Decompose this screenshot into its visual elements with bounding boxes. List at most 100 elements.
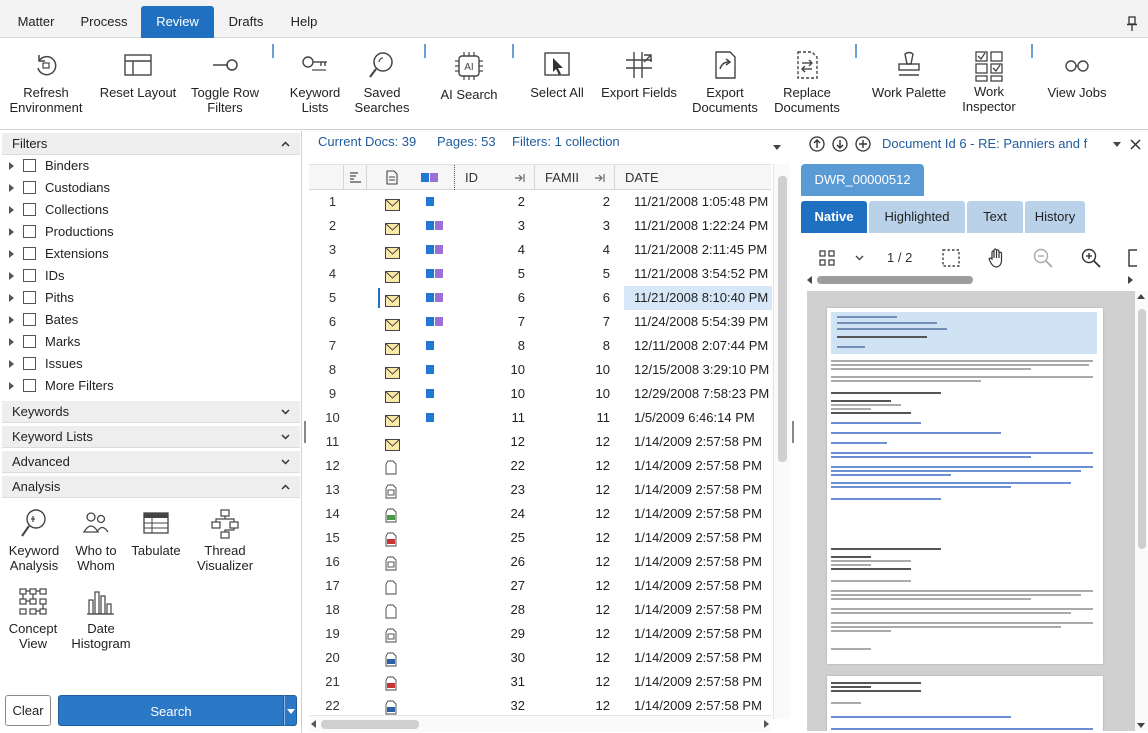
table-row[interactable]: 3 4 4 11/21/2008 2:11:45 PM	[309, 238, 771, 262]
filter-checkbox[interactable]	[23, 357, 36, 370]
filter-checkbox[interactable]	[23, 159, 36, 172]
pin-column-icon[interactable]	[515, 174, 526, 182]
view-jobs-button[interactable]: View Jobs	[1040, 46, 1114, 126]
table-row[interactable]: 8 10 10 12/15/2008 3:29:10 PM	[309, 358, 771, 382]
table-row[interactable]: 18 28 12 1/14/2009 2:57:58 PM	[309, 598, 771, 622]
table-row[interactable]: 10 11 11 1/5/2009 6:46:14 PM	[309, 406, 771, 430]
table-row[interactable]: 11 12 12 1/14/2009 2:57:58 PM	[309, 430, 771, 454]
fit-width-icon[interactable]	[1127, 249, 1137, 267]
search-button[interactable]: Search	[58, 695, 284, 726]
previous-document-icon[interactable]	[809, 136, 825, 152]
expand-arrow-icon[interactable]	[9, 228, 14, 236]
menu-process[interactable]: Process	[72, 6, 136, 38]
color-tags-column-header[interactable]	[417, 165, 449, 190]
marquee-select-icon[interactable]	[942, 249, 960, 267]
family-column-header[interactable]: FAMII	[535, 165, 615, 190]
scroll-right-icon[interactable]	[1128, 276, 1133, 284]
left-splitter[interactable]	[302, 131, 308, 733]
right-splitter[interactable]	[790, 131, 796, 733]
filter-checkbox[interactable]	[23, 269, 36, 282]
expand-arrow-icon[interactable]	[9, 184, 14, 192]
keywords-section-header[interactable]: Keywords	[2, 401, 300, 423]
expand-arrow-icon[interactable]	[9, 338, 14, 346]
refresh-environment-button[interactable]: Refresh Environment	[4, 46, 88, 126]
menu-matter[interactable]: Matter	[6, 6, 66, 38]
table-row[interactable]: 15 25 12 1/14/2009 2:57:58 PM	[309, 526, 771, 550]
work-inspector-button[interactable]: Work Inspector	[955, 46, 1023, 126]
document-control-number-tab[interactable]: DWR_00000512	[801, 164, 924, 196]
export-documents-button[interactable]: Export Documents	[688, 46, 762, 126]
scroll-left-icon[interactable]	[807, 276, 812, 284]
id-column-header[interactable]: ID	[455, 165, 535, 190]
scroll-left-icon[interactable]	[311, 720, 316, 728]
filter-checkbox[interactable]	[23, 313, 36, 326]
table-row[interactable]: 6 7 7 11/24/2008 5:54:39 PM	[309, 310, 771, 334]
filter-checkbox[interactable]	[23, 291, 36, 304]
add-icon[interactable]	[855, 136, 871, 152]
select-all-button[interactable]: Select All	[522, 46, 592, 126]
filters-summary[interactable]: Filters: 1 collection	[512, 131, 620, 153]
search-options-dropdown[interactable]	[284, 695, 297, 726]
expand-arrow-icon[interactable]	[9, 162, 14, 170]
filter-ids[interactable]: IDs	[0, 265, 300, 287]
table-row[interactable]: 16 26 12 1/14/2009 2:57:58 PM	[309, 550, 771, 574]
date-histogram-tool[interactable]: Date Histogram	[68, 586, 134, 651]
table-row[interactable]: 4 5 5 11/21/2008 3:54:52 PM	[309, 262, 771, 286]
filter-productions[interactable]: Productions	[0, 221, 300, 243]
document-render-area[interactable]	[807, 291, 1138, 731]
tab-history[interactable]: History	[1025, 201, 1085, 233]
table-row[interactable]: 20 30 12 1/14/2009 2:57:58 PM	[309, 646, 771, 670]
next-document-icon[interactable]	[832, 136, 848, 152]
keyword-analysis-tool[interactable]: Keyword Analysis	[1, 508, 67, 573]
menu-review[interactable]: Review	[141, 6, 214, 38]
expand-arrow-icon[interactable]	[9, 360, 14, 368]
grid-horizontal-scrollbar[interactable]	[309, 715, 771, 732]
toggle-row-filters-button[interactable]: Toggle Row Filters	[185, 46, 265, 126]
filters-section-header[interactable]: Filters	[2, 133, 300, 155]
saved-searches-button[interactable]: Saved Searches	[350, 46, 414, 126]
viewer-horizontal-scrollbar[interactable]	[807, 274, 1133, 286]
scroll-down-icon[interactable]	[1137, 723, 1145, 728]
pin-icon[interactable]	[1126, 16, 1138, 32]
scroll-right-icon[interactable]	[764, 720, 769, 728]
filter-issues[interactable]: Issues	[0, 353, 300, 375]
zoom-in-icon[interactable]	[1081, 248, 1101, 268]
scroll-thumb[interactable]	[321, 720, 419, 729]
filter-checkbox[interactable]	[23, 203, 36, 216]
menu-help[interactable]: Help	[280, 6, 328, 38]
filter-extensions[interactable]: Extensions	[0, 243, 300, 265]
expand-arrow-icon[interactable]	[9, 382, 14, 390]
caret-down-icon[interactable]	[1113, 142, 1121, 147]
analysis-section-header[interactable]: Analysis	[2, 476, 300, 498]
tab-native[interactable]: Native	[801, 201, 867, 233]
table-row[interactable]: 17 27 12 1/14/2009 2:57:58 PM	[309, 574, 771, 598]
filter-bates[interactable]: Bates	[0, 309, 300, 331]
thumbnails-icon[interactable]	[819, 250, 835, 266]
keyword-lists-section-header[interactable]: Keyword Lists	[2, 426, 300, 448]
filter-binders[interactable]: Binders	[0, 155, 300, 177]
filter-more-filters[interactable]: More Filters	[0, 375, 300, 397]
table-row[interactable]: 1 2 2 11/21/2008 1:05:48 PM	[309, 190, 771, 214]
expand-arrow-icon[interactable]	[9, 272, 14, 280]
tabulate-tool[interactable]: Tabulate	[123, 508, 189, 558]
scroll-thumb[interactable]	[778, 176, 787, 462]
ai-search-button[interactable]: AI AI Search	[434, 46, 504, 126]
export-fields-button[interactable]: Export Fields	[597, 46, 681, 126]
expand-arrow-icon[interactable]	[9, 316, 14, 324]
pan-hand-icon[interactable]	[986, 247, 1008, 269]
table-row[interactable]: 5 6 6 11/21/2008 8:10:40 PM	[309, 286, 772, 310]
chevron-down-icon[interactable]	[855, 255, 864, 261]
expand-arrow-icon[interactable]	[9, 250, 14, 258]
reset-layout-button[interactable]: Reset Layout	[96, 46, 180, 126]
viewer-vertical-scrollbar[interactable]	[1135, 291, 1148, 731]
filter-checkbox[interactable]	[23, 379, 36, 392]
keyword-lists-button[interactable]: Keyword Lists	[285, 46, 345, 126]
filter-marks[interactable]: Marks	[0, 331, 300, 353]
expand-arrow-icon[interactable]	[9, 206, 14, 214]
caret-down-icon[interactable]	[773, 145, 781, 150]
filter-collections[interactable]: Collections	[0, 199, 300, 221]
table-row[interactable]: 7 8 8 12/11/2008 2:07:44 PM	[309, 334, 771, 358]
menu-drafts[interactable]: Drafts	[219, 6, 273, 38]
table-row[interactable]: 19 29 12 1/14/2009 2:57:58 PM	[309, 622, 771, 646]
doc-type-column-header[interactable]	[379, 165, 409, 190]
